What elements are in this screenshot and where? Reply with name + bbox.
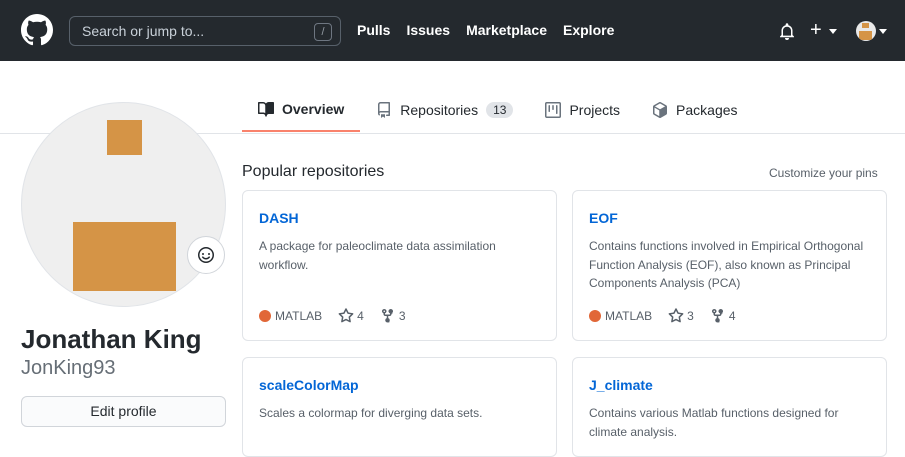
slash-shortcut-badge: / xyxy=(314,23,332,41)
repo-stars[interactable]: 3 xyxy=(668,308,694,324)
tab-packages[interactable]: Packages xyxy=(636,88,753,132)
tab-packages-label: Packages xyxy=(676,102,738,118)
top-navbar: / Pulls Issues Marketplace Explore + xyxy=(0,0,905,61)
tab-projects-label: Projects xyxy=(569,102,621,118)
repo-forks[interactable]: 3 xyxy=(380,308,406,324)
repo-card: EOF Contains functions involved in Empir… xyxy=(572,190,887,341)
fork-icon xyxy=(711,308,723,323)
tab-repositories[interactable]: Repositories 13 xyxy=(360,88,529,132)
repo-icon xyxy=(378,102,391,118)
language-label: MATLAB xyxy=(605,309,653,323)
popular-repos-heading: Popular repositories xyxy=(242,163,385,180)
profile-username: JonKing93 xyxy=(21,357,116,379)
smiley-icon xyxy=(198,247,214,263)
repo-card: J_climate Contains various Matlab functi… xyxy=(572,357,887,457)
package-icon xyxy=(653,102,668,118)
github-logo-icon[interactable] xyxy=(21,14,53,46)
repo-card: DASH A package for paleoclimate data ass… xyxy=(242,190,557,341)
project-icon xyxy=(545,102,562,118)
repo-meta: MATLAB 3 4 xyxy=(589,308,752,324)
tab-projects[interactable]: Projects xyxy=(529,88,636,132)
star-icon xyxy=(668,308,684,323)
nav-pulls[interactable]: Pulls xyxy=(357,22,390,38)
fork-count: 4 xyxy=(728,309,736,323)
profile-full-name: Jonathan King xyxy=(21,324,202,354)
nav-marketplace[interactable]: Marketplace xyxy=(466,22,547,38)
profile-avatar[interactable] xyxy=(21,102,226,307)
fork-count: 3 xyxy=(398,309,406,323)
book-icon xyxy=(258,102,274,117)
user-menu-caret-icon[interactable] xyxy=(879,29,887,34)
repo-stars[interactable]: 4 xyxy=(338,308,364,324)
tab-overview-label: Overview xyxy=(282,101,345,117)
customize-pins-link[interactable]: Customize your pins xyxy=(769,166,878,180)
global-nav: Pulls Issues Marketplace Explore xyxy=(357,22,630,38)
repo-card: scaleColorMap Scales a colormap for dive… xyxy=(242,357,557,457)
create-menu-caret-icon[interactable] xyxy=(829,29,837,34)
create-new-plus-icon[interactable]: + xyxy=(810,19,822,41)
user-avatar-small[interactable] xyxy=(856,21,876,41)
language-label: MATLAB xyxy=(275,309,323,323)
star-count: 4 xyxy=(357,309,364,323)
language-color-dot xyxy=(589,310,601,322)
language-color-dot xyxy=(259,310,271,322)
repo-description: Scales a colormap for diverging data set… xyxy=(259,406,483,420)
nav-explore[interactable]: Explore xyxy=(563,22,614,38)
repo-language: MATLAB xyxy=(259,309,322,323)
repo-name-link[interactable]: DASH xyxy=(259,210,299,226)
edit-profile-button[interactable]: Edit profile xyxy=(21,396,226,427)
repo-meta: MATLAB 4 3 xyxy=(259,308,422,324)
repo-forks[interactable]: 4 xyxy=(710,308,736,324)
notifications-bell-icon[interactable] xyxy=(779,22,795,40)
star-count: 3 xyxy=(687,309,694,323)
repo-description: Contains various Matlab functions design… xyxy=(589,406,839,439)
repo-name-link[interactable]: J_climate xyxy=(589,377,653,393)
repo-name-link[interactable]: EOF xyxy=(589,210,618,226)
repositories-count-badge: 13 xyxy=(486,102,514,118)
set-status-button[interactable] xyxy=(187,236,225,274)
repo-description: Contains functions involved in Empirical… xyxy=(589,239,864,290)
repo-language: MATLAB xyxy=(589,309,652,323)
tab-repositories-label: Repositories xyxy=(400,102,479,118)
search-box[interactable]: / xyxy=(69,16,341,46)
nav-issues[interactable]: Issues xyxy=(406,22,450,38)
fork-icon xyxy=(381,308,393,323)
repo-description: A package for paleoclimate data assimila… xyxy=(259,239,496,272)
profile-tabs: Overview Repositories 13 Projects Packag… xyxy=(242,88,754,133)
tab-overview[interactable]: Overview xyxy=(242,88,361,132)
repo-name-link[interactable]: scaleColorMap xyxy=(259,377,359,393)
search-input[interactable] xyxy=(82,23,302,39)
star-icon xyxy=(338,308,354,323)
